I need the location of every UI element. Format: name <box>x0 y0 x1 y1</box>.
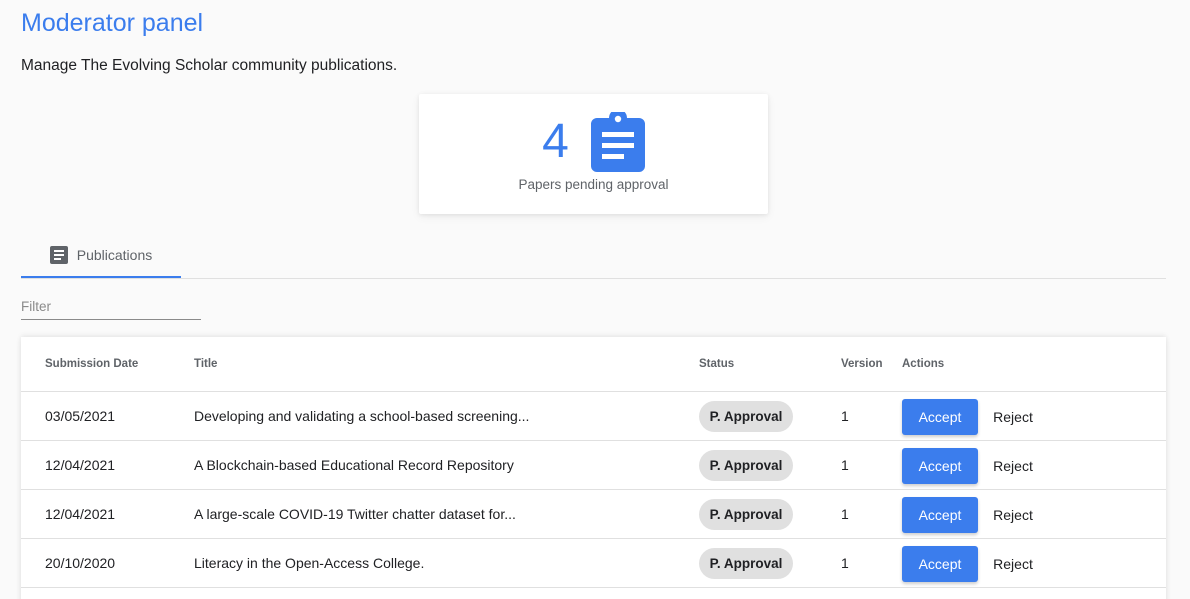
reject-button[interactable]: Reject <box>985 546 1041 582</box>
accept-button[interactable]: Accept <box>902 497 978 533</box>
column-header-title[interactable]: Title <box>194 358 217 370</box>
version-number: 1 <box>841 555 849 571</box>
status-badge: P. Approval <box>699 499 793 530</box>
filter-input[interactable] <box>21 292 201 319</box>
status-badge: P. Approval <box>699 401 793 432</box>
filter-field <box>21 292 201 320</box>
table-row: 03/05/2021 Developing and validating a s… <box>21 392 1166 441</box>
submission-date: 03/05/2021 <box>45 408 116 424</box>
pending-count: 4 <box>542 115 569 168</box>
publication-title[interactable]: A Blockchain-based Educational Record Re… <box>194 457 514 473</box>
stat-label: Papers pending approval <box>518 177 669 192</box>
accept-button[interactable]: Accept <box>902 448 978 484</box>
column-header-date[interactable]: Submission Date <box>45 358 138 370</box>
moderator-page: Moderator panel Manage The Evolving Scho… <box>0 0 1190 599</box>
table-header: Submission Date Title Status Version Act… <box>21 337 1166 392</box>
reject-button[interactable]: Reject <box>985 448 1041 484</box>
version-number: 1 <box>841 408 849 424</box>
tab-publications[interactable]: Publications <box>21 234 181 278</box>
page-title: Moderator panel <box>21 9 204 37</box>
publications-table: Submission Date Title Status Version Act… <box>21 337 1166 599</box>
status-badge: P. Approval <box>699 548 793 579</box>
pending-papers-card: 4 Papers pending approval <box>419 94 768 214</box>
reject-button[interactable]: Reject <box>985 497 1041 533</box>
article-icon <box>49 246 68 264</box>
table-row: 20/10/2020 Literacy in the Open-Access C… <box>21 539 1166 588</box>
table-row: 12/04/2021 A Blockchain-based Educationa… <box>21 441 1166 490</box>
submission-date: 12/04/2021 <box>45 506 116 522</box>
version-number: 1 <box>841 506 849 522</box>
accept-button[interactable]: Accept <box>902 399 978 435</box>
column-header-actions: Actions <box>902 358 945 370</box>
publication-title[interactable]: A large-scale COVID-19 Twitter chatter d… <box>194 506 516 522</box>
submission-date: 12/04/2021 <box>45 457 116 473</box>
publication-title[interactable]: Developing and validating a school-based… <box>194 408 529 424</box>
table-row: 12/04/2021 A large-scale COVID-19 Twitte… <box>21 490 1166 539</box>
column-header-status[interactable]: Status <box>699 358 734 370</box>
submission-date: 20/10/2020 <box>45 555 116 571</box>
version-number: 1 <box>841 457 849 473</box>
reject-button[interactable]: Reject <box>985 399 1041 435</box>
stat-row: 4 <box>542 112 645 172</box>
tab-bar: Publications <box>21 234 1166 279</box>
column-header-version[interactable]: Version <box>841 358 883 370</box>
clipboard-icon <box>590 112 645 172</box>
accept-button[interactable]: Accept <box>902 546 978 582</box>
publication-title[interactable]: Literacy in the Open-Access College. <box>194 555 424 571</box>
page-subtitle: Manage The Evolving Scholar community pu… <box>21 57 398 74</box>
status-badge: P. Approval <box>699 450 793 481</box>
tab-label: Publications <box>76 247 153 263</box>
